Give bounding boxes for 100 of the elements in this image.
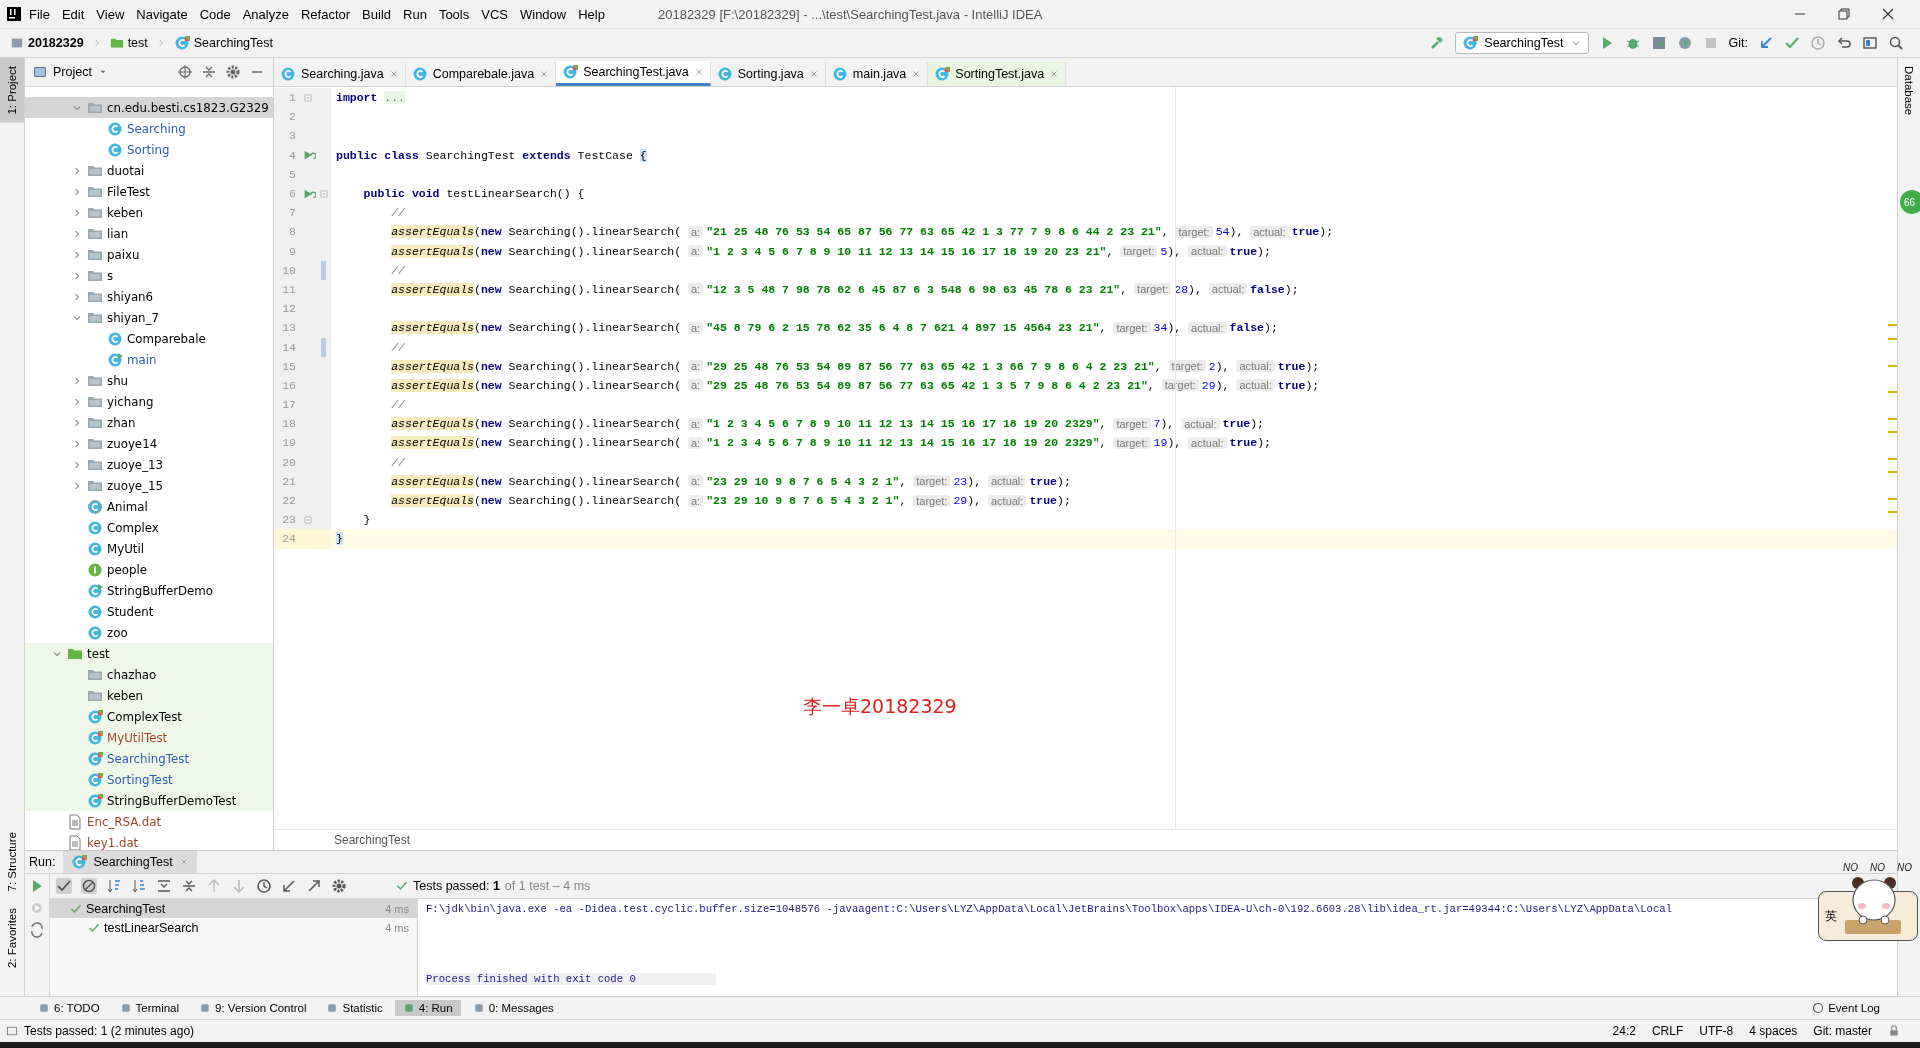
tree-item[interactable]: StringBufferDemoTest [25, 790, 273, 811]
tree-item[interactable]: MyUtilTest [25, 727, 273, 748]
tree-item[interactable]: zuoye14 [25, 433, 273, 454]
menu-item[interactable]: Window [514, 4, 572, 24]
tool-window-tab[interactable]: 2: Favorites [0, 899, 24, 976]
arrow-up-icon[interactable] [206, 878, 222, 894]
tree-item[interactable]: test [25, 643, 273, 664]
restore-icon[interactable] [1836, 6, 1852, 22]
tree-item[interactable]: zoo [25, 622, 273, 643]
revert-icon[interactable] [1836, 35, 1852, 51]
tool-window-tab[interactable]: Statistic [318, 1000, 391, 1016]
editor-breadcrumb[interactable]: SearchingTest [334, 833, 411, 847]
tool-window-tab[interactable]: Database [1900, 58, 1918, 124]
tree-item[interactable]: key1.dat [25, 832, 273, 850]
project-structure-icon[interactable] [1862, 35, 1878, 51]
tree-item[interactable]: Animal [25, 496, 273, 517]
status-item[interactable]: Git: master [1813, 1024, 1872, 1038]
tree-item[interactable]: Student [25, 601, 273, 622]
sort-duration-icon[interactable] [131, 878, 147, 894]
tool-window-tab[interactable]: 1: Project [0, 58, 24, 123]
tree-item[interactable]: Complex [25, 517, 273, 538]
settings-icon[interactable] [225, 64, 241, 80]
settings-icon[interactable] [331, 878, 347, 894]
warning-stripe[interactable] [1888, 431, 1897, 434]
tree-item[interactable]: zuoye_15 [25, 475, 273, 496]
warning-stripe[interactable] [1888, 498, 1897, 501]
search-icon[interactable] [1888, 35, 1904, 51]
warning-stripe[interactable] [1888, 324, 1897, 327]
export-icon[interactable] [306, 878, 322, 894]
tree-item[interactable]: chazhao [25, 664, 273, 685]
breadcrumb[interactable]: test [107, 34, 150, 52]
menu-item[interactable]: View [91, 4, 130, 24]
collapse-all-icon[interactable] [181, 878, 197, 894]
input-mode[interactable]: 英 [1825, 907, 1837, 925]
warning-stripe[interactable] [1888, 471, 1897, 474]
locate-icon[interactable] [177, 64, 193, 80]
tree-item[interactable]: main [25, 349, 273, 370]
tree-item[interactable]: duotai [25, 160, 273, 181]
commit-icon[interactable] [1784, 35, 1800, 51]
menu-item[interactable]: Build [357, 4, 396, 24]
update-icon[interactable] [1758, 35, 1774, 51]
tree-item[interactable]: zhan [25, 412, 273, 433]
menu-item[interactable]: Code [194, 4, 236, 24]
menu-item[interactable]: Edit [56, 4, 90, 24]
toggle-auto-test-icon[interactable] [29, 922, 45, 938]
menu-item[interactable]: VCS [476, 4, 513, 24]
warning-stripe[interactable] [1888, 511, 1897, 514]
tree-item[interactable]: shiyan_7 [25, 307, 273, 328]
coverage-icon[interactable] [1650, 35, 1667, 51]
tree-item[interactable]: StringBufferDemo [25, 580, 273, 601]
status-item[interactable]: UTF-8 [1699, 1024, 1734, 1038]
tool-window-tab[interactable]: 0: Messages [464, 1000, 562, 1016]
breadcrumb[interactable]: 20182329 [8, 34, 86, 52]
test-item[interactable]: testLinearSearch 4 ms [50, 918, 417, 937]
tree-item[interactable]: yichang [25, 391, 273, 412]
tree-item[interactable]: Comparebale [25, 328, 273, 349]
tool-window-tab[interactable]: 6: TODO [30, 1000, 108, 1016]
menu-item[interactable]: Refactor [295, 4, 356, 24]
event-log-button[interactable]: Event Log [1812, 1002, 1920, 1014]
tree-item[interactable]: cn.edu.besti.cs1823.G2329 [25, 97, 273, 118]
import-icon[interactable] [281, 878, 297, 894]
close-icon[interactable] [1880, 6, 1896, 22]
menu-item[interactable]: Analyze [237, 4, 294, 24]
show-passed-icon[interactable] [56, 878, 72, 894]
menu-item[interactable]: Run [398, 4, 432, 24]
test-item[interactable]: SearchingTest 4 ms [50, 899, 417, 918]
status-item[interactable]: CRLF [1651, 1024, 1684, 1038]
breadcrumb[interactable]: SearchingTest [171, 33, 275, 53]
warning-stripe[interactable] [1888, 391, 1897, 394]
tree-item[interactable]: shu [25, 370, 273, 391]
tree-item[interactable]: FileTest [25, 181, 273, 202]
show-ignored-icon[interactable] [81, 878, 97, 894]
run-tab[interactable]: SearchingTest [63, 851, 197, 873]
menu-item[interactable]: File [24, 4, 55, 24]
expand-all-icon[interactable] [156, 878, 172, 894]
warning-stripe[interactable] [1888, 337, 1897, 340]
tree-item[interactable]: keben [25, 685, 273, 706]
tree-item[interactable]: ComplexTest [25, 706, 273, 727]
editor-tab[interactable]: SortingTest.java [928, 62, 1067, 86]
tree-item[interactable]: SortingTest [25, 769, 273, 790]
tool-window-tab[interactable]: 4: Run [394, 1000, 461, 1016]
history-icon[interactable] [256, 878, 272, 894]
tree-item[interactable]: zuoye_13 [25, 454, 273, 475]
warning-stripe[interactable] [1888, 364, 1897, 367]
hammer-icon[interactable] [1429, 35, 1446, 51]
menu-item[interactable]: Help [573, 4, 610, 24]
tree-item[interactable]: people [25, 559, 273, 580]
project-view-dropdown[interactable]: Project [33, 65, 108, 79]
editor-tab[interactable]: SearchingTest.java [556, 61, 711, 86]
tree-item[interactable]: MyUtil [25, 538, 273, 559]
tool-window-tab[interactable]: 7: Structure [0, 824, 24, 900]
tree-item[interactable]: shiyan6 [25, 286, 273, 307]
tree-item[interactable]: Sorting [25, 139, 273, 160]
tree-item[interactable]: Searching [25, 118, 273, 139]
tool-window-tab[interactable]: 9: Version Control [191, 1000, 315, 1016]
collapse-icon[interactable] [201, 64, 217, 80]
tree-item[interactable]: Enc_RSA.dat [25, 811, 273, 832]
status-item[interactable]: 24:2 [1612, 1024, 1636, 1038]
status-item[interactable]: 4 spaces [1749, 1024, 1798, 1038]
arrow-down-icon[interactable] [231, 878, 247, 894]
